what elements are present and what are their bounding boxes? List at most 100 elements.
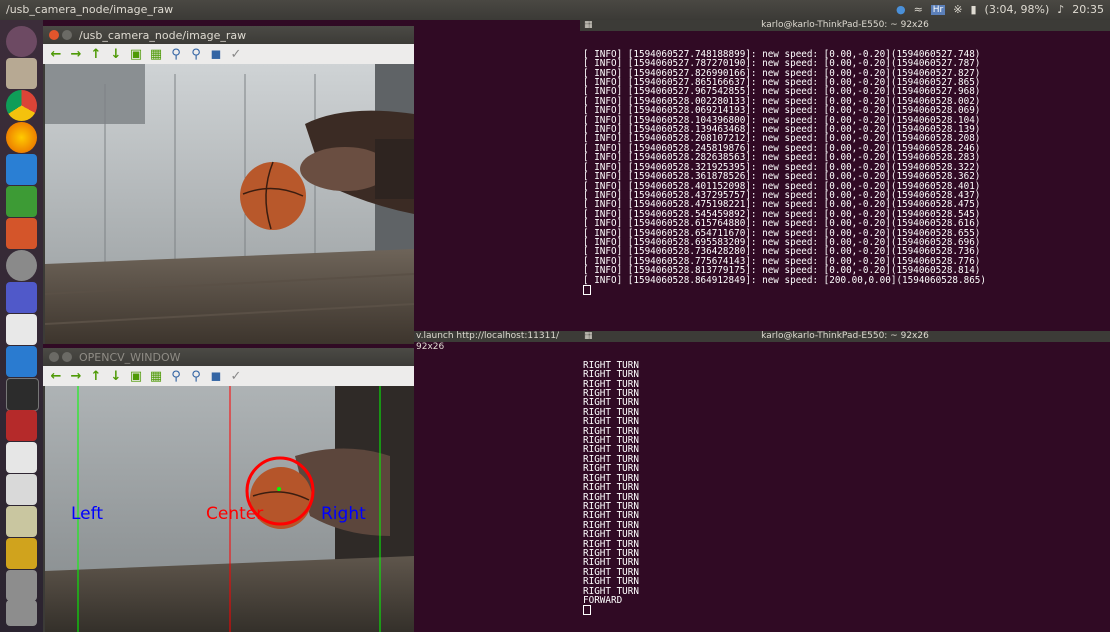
keyboard-layout-indicator[interactable]: Hr (930, 4, 946, 15)
terminal-line: RIGHT TURN (583, 529, 639, 541)
arrow-left-icon[interactable]: ← (49, 369, 63, 384)
roslaunch-terminal[interactable]: v.launch http://localhost:11311/ 92x26 (414, 20, 580, 632)
zoom-in-icon[interactable]: ⚲ (169, 369, 183, 384)
terminal-line: RIGHT TURN (583, 500, 639, 512)
files-icon[interactable] (6, 58, 37, 89)
steering-terminal[interactable]: ▦ karlo@karlo-ThinkPad-E550: ~ 92x26 RIG… (580, 331, 1110, 632)
wifi-icon[interactable]: ≈ (914, 3, 923, 16)
pan-icon[interactable]: ▦ (149, 369, 163, 384)
opencv-image: Left Center Right (45, 386, 414, 632)
screen-recorder-icon[interactable] (6, 538, 37, 569)
image-viewer-icon[interactable] (6, 474, 37, 505)
arrow-up-icon[interactable]: ↑ (89, 47, 103, 62)
terminal-line: RIGHT TURN (583, 406, 639, 418)
libreoffice-calc-icon[interactable] (6, 186, 37, 217)
pan-icon[interactable]: ▦ (149, 47, 163, 62)
arrow-up-icon[interactable]: ↑ (89, 369, 103, 384)
minimize-icon[interactable] (62, 352, 72, 362)
terminal-line: FORWARD (583, 594, 623, 606)
libreoffice-writer-icon[interactable] (6, 154, 37, 185)
terminal-line: RIGHT TURN (583, 416, 639, 428)
terminal-line: RIGHT TURN (583, 491, 639, 503)
speed-log-terminal[interactable]: ▦ karlo@karlo-ThinkPad-E550: ~ 92x26 [ I… (580, 20, 1110, 330)
top-panel: /usb_camera_node/image_raw ● ≈ Hr ※ ▮ (3… (0, 0, 1110, 20)
opencv-window-title: OPENCV_WINDOW (79, 351, 181, 364)
bluetooth-icon[interactable]: ※ (953, 3, 962, 16)
brush-icon[interactable]: ✓ (229, 369, 243, 384)
terminal-cursor (583, 605, 591, 616)
arrow-left-icon[interactable]: ← (49, 47, 63, 62)
terminal-line: RIGHT TURN (583, 585, 639, 597)
terminal-cursor (583, 284, 591, 295)
zoom-out-icon[interactable]: ⚲ (189, 47, 203, 62)
terminal-line: RIGHT TURN (583, 359, 639, 371)
brush-icon[interactable]: ✓ (229, 47, 243, 62)
opencv-toolbar: ← → ↑ ↓ ▣ ▦ ⚲ ⚲ ◼ ✓ (43, 366, 414, 386)
arrow-down-icon[interactable]: ↓ (109, 369, 123, 384)
system-tray: ● ≈ Hr ※ ▮ (3:04, 98%) ♪ 20:35 (896, 3, 1104, 16)
text-editor-icon[interactable] (6, 442, 37, 473)
camera-toolbar: ← → ↑ ↓ ▣ ▦ ⚲ ⚲ ◼ ✓ (43, 44, 414, 64)
teams-icon[interactable] (6, 282, 37, 313)
close-icon[interactable] (49, 352, 59, 362)
right-zone-label: Right (321, 504, 366, 524)
opencv-window: OPENCV_WINDOW ← → ↑ ↓ ▣ ▦ ⚲ ⚲ ◼ ✓ Left C… (43, 348, 414, 632)
speed-log-terminal-titlebar[interactable]: ▦ karlo@karlo-ThinkPad-E550: ~ 92x26 (580, 20, 1110, 31)
libreoffice-impress-icon[interactable] (6, 218, 37, 249)
settings-icon[interactable] (6, 250, 37, 281)
terminal-line: RIGHT TURN (583, 444, 639, 456)
ubuntu-dash-icon[interactable] (6, 26, 37, 57)
arrow-right-icon[interactable]: → (69, 47, 83, 62)
camera-window-titlebar[interactable]: /usb_camera_node/image_raw (43, 26, 414, 44)
terminal-line: RIGHT TURN (583, 378, 639, 390)
terminal-line: RIGHT TURN (583, 547, 639, 559)
arrow-right-icon[interactable]: → (69, 369, 83, 384)
camera-window-title: /usb_camera_node/image_raw (79, 29, 247, 42)
arrow-down-icon[interactable]: ↓ (109, 47, 123, 62)
terminal-line: RIGHT TURN (583, 397, 639, 409)
terminal-line: RIGHT TURN (583, 472, 639, 484)
speed-log-terminal-title: karlo@karlo-ThinkPad-E550: ~ 92x26 (761, 20, 929, 30)
zoom-in-icon[interactable]: ⚲ (169, 47, 183, 62)
volume-icon[interactable]: ♪ (1057, 3, 1064, 16)
close-icon[interactable] (49, 30, 59, 40)
help-icon[interactable] (6, 570, 37, 601)
terminal-line: RIGHT TURN (583, 388, 639, 400)
opencv-window-titlebar[interactable]: OPENCV_WINDOW (43, 348, 414, 366)
clock[interactable]: 20:35 (1072, 3, 1104, 16)
help-2-icon[interactable] (6, 600, 37, 626)
terminal-line: RIGHT TURN (583, 519, 639, 531)
app-e-icon[interactable] (6, 314, 37, 345)
chrome-icon[interactable] (6, 90, 37, 121)
dropbox-icon[interactable]: ● (896, 3, 906, 16)
terminal-icon: ▦ (584, 331, 593, 341)
terminal-line: RIGHT TURN (583, 435, 639, 447)
save-icon[interactable]: ◼ (209, 47, 223, 62)
camera-icon[interactable] (6, 506, 37, 537)
roslaunch-terminal-titlebar[interactable]: v.launch http://localhost:11311/ 92x26 (414, 331, 580, 352)
save-icon[interactable]: ◼ (209, 369, 223, 384)
terminal-line: RIGHT TURN (583, 425, 639, 437)
terminal-line: [ INFO] [1594060528.864912849]: new spee… (583, 274, 986, 286)
minimize-icon[interactable] (62, 30, 72, 40)
terminal-icon: ▦ (584, 20, 593, 30)
terminal-line: RIGHT TURN (583, 482, 639, 494)
ball-center-dot (277, 487, 281, 491)
terminal-line: RIGHT TURN (583, 566, 639, 578)
roslaunch-terminal-title: v.launch http://localhost:11311/ 92x26 (416, 331, 560, 352)
terminal-line: RIGHT TURN (583, 453, 639, 465)
firefox-icon[interactable] (6, 122, 37, 153)
terminal-icon[interactable] (6, 378, 39, 411)
zoom-out-icon[interactable]: ⚲ (189, 369, 203, 384)
camera-image (45, 64, 414, 344)
battery-icon[interactable]: ▮ (970, 3, 976, 16)
battery-status[interactable]: (3:04, 98%) (985, 3, 1050, 16)
terminal-line: RIGHT TURN (583, 510, 639, 522)
steering-terminal-titlebar[interactable]: ▦ karlo@karlo-ThinkPad-E550: ~ 92x26 (580, 331, 1110, 342)
vscode-icon[interactable] (6, 346, 37, 377)
screenshot-icon[interactable] (6, 410, 37, 441)
home-icon[interactable]: ▣ (129, 369, 143, 384)
unity-launcher (0, 20, 43, 632)
home-icon[interactable]: ▣ (129, 47, 143, 62)
terminal-line: RIGHT TURN (583, 538, 639, 550)
